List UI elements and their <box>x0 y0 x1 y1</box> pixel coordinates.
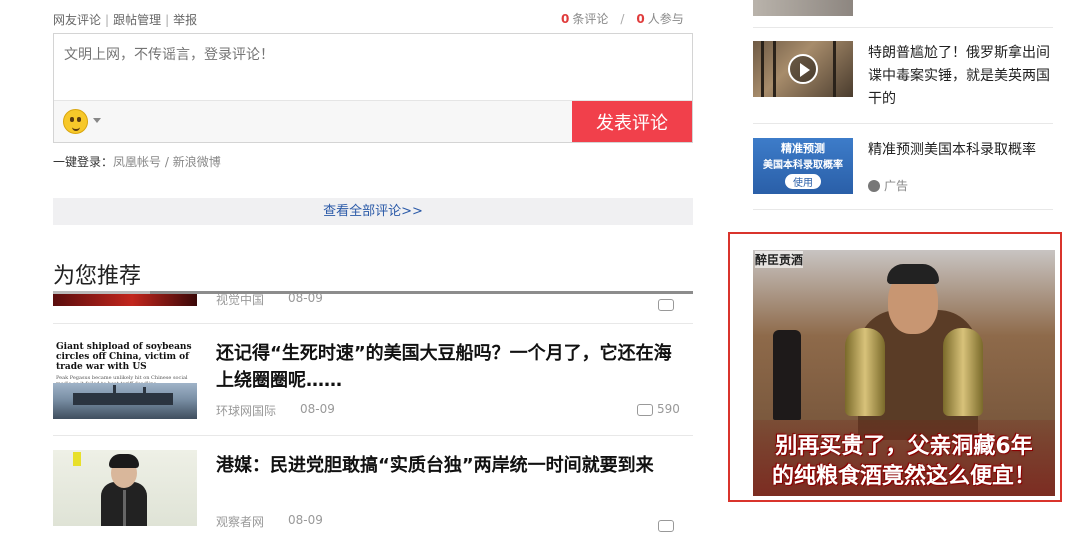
comment-stats: 0 条评论/0 人参与 <box>561 12 684 26</box>
news-title[interactable]: 还记得“生死时速”的美国大豆船吗？一个月了，它还在海上绕圈圈呢…… <box>216 340 686 394</box>
recommend-heading: 为您推荐 <box>53 264 142 289</box>
submit-comment-button[interactable]: 发表评论 <box>572 101 692 142</box>
ad-headline-line2: 的纯粮食酒竟然这么便宜！ <box>771 464 1036 489</box>
ad-brand: 醉臣贡酒 <box>755 251 804 268</box>
comment-action-bar: 发表评论 <box>54 100 692 142</box>
comment-count-label: 条评论 <box>572 12 609 26</box>
ad-image: 别再买贵了，父亲洞藏6年 的纯粮食酒竟然这么便宜！ <box>753 250 1055 496</box>
comment-toolbar: 网友评论 | 跟帖管理 | 举报 <box>53 13 198 27</box>
login-links[interactable]: 凤凰帐号 / 新浪微博 <box>113 155 221 169</box>
news-thumbnail[interactable] <box>53 450 197 526</box>
thumbnail-headline: Giant shipload of soybeans circles off C… <box>56 342 192 372</box>
comment-icon <box>637 403 653 416</box>
ad-thumb-button: 使用 <box>785 174 821 189</box>
news-comment-count: 590 <box>657 402 680 416</box>
participant-count-label: 人参与 <box>647 12 684 26</box>
ad-label: 广告 <box>868 177 908 194</box>
toolbar-link-manage[interactable]: 跟帖管理 <box>113 13 161 27</box>
sidebar-news-title[interactable]: 特朗普尴尬了！俄罗斯拿出间谍中毒案实锤，就是美英两国干的 <box>868 42 1054 111</box>
toolbar-link-comments[interactable]: 网友评论 <box>53 13 101 27</box>
news-date: 08-09 <box>300 402 335 416</box>
ad-label-text: 广告 <box>884 179 909 193</box>
news-thumbnail[interactable]: Giant shipload of soybeans circles off C… <box>53 341 197 419</box>
comment-count: 0 <box>561 12 570 26</box>
chevron-down-icon[interactable] <box>93 118 101 123</box>
comment-count-link[interactable]: 590 <box>637 402 680 416</box>
news-thumbnail[interactable] <box>53 294 197 306</box>
comment-icon[interactable] <box>658 515 678 534</box>
comment-input[interactable] <box>62 42 686 104</box>
news-source: 观察者网 <box>216 515 265 529</box>
view-all-comments-link[interactable]: 查看全部评论>> <box>53 198 693 225</box>
login-line: 一键登录：凤凰帐号 / 新浪微博 <box>53 153 221 170</box>
login-prefix: 一键登录： <box>53 155 114 169</box>
comment-icon[interactable] <box>658 294 678 313</box>
news-date: 08-09 <box>288 291 323 305</box>
news-date: 08-09 <box>288 513 323 527</box>
sidebar-thumbnail[interactable] <box>753 0 853 16</box>
video-thumbnail[interactable] <box>753 41 853 97</box>
ad-banner[interactable]: 别再买贵了，父亲洞藏6年 的纯粮食酒竟然这么便宜！ 醉臣贡酒 <box>728 232 1062 502</box>
toolbar-link-report[interactable]: 举报 <box>173 13 197 27</box>
comment-box: 发表评论 <box>53 33 693 143</box>
play-icon[interactable] <box>788 54 818 84</box>
ad-badge-icon <box>868 180 880 192</box>
news-title[interactable]: 港媒：民进党胆敢搞“实质台独”两岸统一时间就要到来 <box>216 452 686 479</box>
ad-thumb-line1: 精准预测 <box>781 142 825 155</box>
sidebar-ad-title[interactable]: 精准预测美国本科录取概率 <box>868 139 1036 162</box>
participant-count: 0 <box>636 12 645 26</box>
ad-thumb-line2: 美国本科录取概率 <box>763 160 843 171</box>
ad-thumbnail[interactable]: 精准预测 美国本科录取概率 使用 <box>753 138 853 194</box>
ad-headline-line1: 别再买贵了，父亲洞藏6年 <box>775 434 1033 459</box>
emoji-icon[interactable] <box>63 109 88 134</box>
news-source: 视觉中国 <box>216 293 265 307</box>
news-source: 环球网国际 <box>216 404 277 418</box>
